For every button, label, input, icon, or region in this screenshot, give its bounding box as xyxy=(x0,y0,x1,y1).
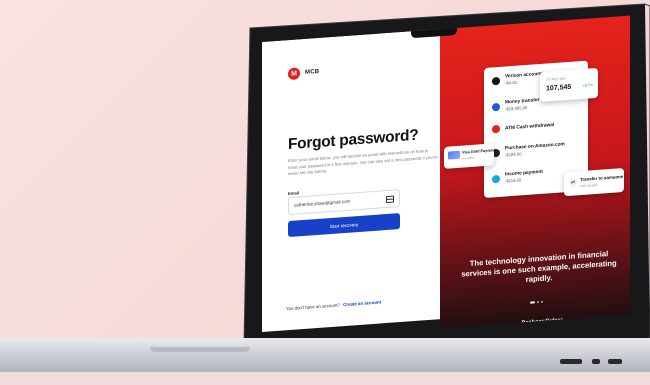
carousel-dot[interactable] xyxy=(537,301,539,304)
port-icon xyxy=(560,359,582,364)
start-recovery-button[interactable]: Start recovery xyxy=(288,213,400,238)
signup-prompt-text: You don't have an account? xyxy=(286,302,340,312)
income-icon xyxy=(492,174,500,183)
port-icon xyxy=(592,359,600,364)
forgot-password-panel: M MCB Forgot password? Enter your email … xyxy=(262,28,444,333)
screen: M MCB Forgot password? Enter your email … xyxy=(262,15,630,341)
brand-name: MCB xyxy=(305,68,320,76)
stat-change: +8.7% xyxy=(582,83,593,88)
signup-prompt: You don't have an account? Create an acc… xyxy=(286,299,381,311)
transfer-title: Transfer to someone xyxy=(580,173,624,183)
email-value: catherine.shaw@gmail.com xyxy=(294,198,351,208)
list-item: Purchase on Amazon.com -$184.00 xyxy=(492,142,565,158)
lid-groove xyxy=(150,347,250,352)
laptop-scene: M MCB Forgot password? Enter your email … xyxy=(0,0,650,385)
carousel-dots[interactable] xyxy=(530,300,543,304)
carousel-dot[interactable] xyxy=(530,301,535,304)
email-field[interactable]: catherine.shaw@gmail.com xyxy=(288,189,400,216)
list-item: ATM Cash withdrawal xyxy=(492,121,555,134)
card-icon xyxy=(448,150,460,160)
transfer-icon xyxy=(492,102,500,111)
list-item: Income payment -$116.20 xyxy=(492,170,543,185)
brand-logo: M MCB xyxy=(288,66,320,81)
port-icon xyxy=(608,359,622,364)
mail-icon xyxy=(386,195,394,204)
stat-value: 107,545 xyxy=(546,83,572,93)
carousel-dot[interactable] xyxy=(541,300,543,303)
tx-amount: -$19,485.00 xyxy=(505,104,528,112)
email-label: Email xyxy=(288,190,300,197)
promo-quote: The technology innovation in financial s… xyxy=(461,249,617,285)
stat-caption: 10 days ago xyxy=(546,76,566,82)
visa-title: Visa Gold Paywave xyxy=(462,148,497,155)
laptop-shadow xyxy=(0,372,650,385)
transfer-card: ⇄ Transfer to someone Add people xyxy=(564,167,624,197)
list-item: Money transfer -$19,485.00 xyxy=(492,98,539,112)
verizon-icon xyxy=(492,76,500,85)
logo-mark-icon: M xyxy=(288,67,300,81)
balance-stat-card: 10 days ago 107,545 +8.7% xyxy=(540,67,598,102)
create-account-link[interactable]: Create an account xyxy=(343,299,381,307)
tx-name: ATM Cash withdrawal xyxy=(505,122,555,132)
promo-panel: Verizon account top up -$4.25 Money tran… xyxy=(440,15,630,336)
visa-subtitle: •••• 3456 xyxy=(462,155,475,161)
visa-card: Visa Gold Paywave •••• 3456 xyxy=(444,143,497,169)
atm-icon xyxy=(492,124,500,134)
transfer-subtitle: Add people xyxy=(580,182,598,189)
transfer-arrows-icon: ⇄ xyxy=(569,178,577,187)
